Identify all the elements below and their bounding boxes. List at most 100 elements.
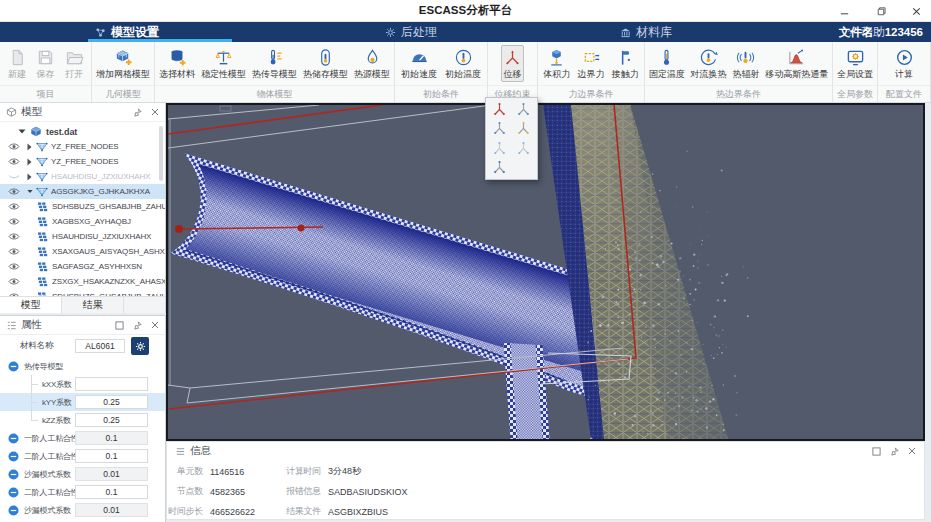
property-value-input[interactable]: 0.1 — [75, 449, 148, 463]
tree-item[interactable]: XSAXGAUS_AISYAQSH_ASHX — [0, 244, 165, 259]
eye-icon[interactable] — [8, 232, 20, 241]
toolbar-group-label: 热边界条件 — [645, 85, 833, 102]
property-value-input[interactable]: 0.01 — [75, 503, 148, 517]
pin-icon[interactable] — [133, 321, 142, 330]
toolbar-group-6: 固定温度对流换热热辐射移动高斯热通量 — [645, 42, 833, 85]
toolbar-button-new-file[interactable]: 新建 — [6, 45, 29, 82]
eye-icon[interactable] — [8, 187, 20, 196]
tree-item[interactable]: YZ_FREE_NODES — [0, 139, 165, 154]
eye-icon[interactable] — [8, 217, 20, 226]
pin-icon[interactable] — [133, 108, 142, 117]
caret-icon[interactable] — [27, 143, 33, 151]
toolbar-button-save[interactable]: 保存 — [34, 45, 57, 82]
toolbar-group-label: 几何模型 — [92, 85, 155, 102]
material-name-input[interactable]: AL6061 — [75, 339, 125, 353]
menu-tab-0[interactable]: 模型设置 — [88, 22, 232, 42]
toolbar-button-global-settings[interactable]: 全局设置 — [835, 45, 875, 82]
property-value-input[interactable]: 0.25 — [75, 413, 148, 427]
toolbar-button-contact-force[interactable]: 接触力 — [610, 45, 641, 82]
toolbar-button-material[interactable]: 选择材料 — [157, 45, 197, 82]
tripod-arrow-icon[interactable] — [492, 160, 507, 175]
tripod-light2-icon[interactable] — [516, 141, 531, 156]
minimize-button[interactable] — [837, 4, 851, 18]
boundary-force-icon — [582, 48, 601, 67]
close-panel-icon[interactable] — [151, 108, 159, 116]
tree-item[interactable]: HSAUHDISU_JZXIUXHAHX — [0, 169, 165, 184]
toolbar-button-add-mesh[interactable]: 增加网格模型 — [94, 45, 152, 82]
pin-icon[interactable] — [890, 447, 899, 456]
caret-icon[interactable] — [27, 158, 33, 166]
model-panel-icon — [6, 107, 17, 118]
toolbar-button-radiation[interactable]: 热辐射 — [730, 45, 761, 82]
tree-item[interactable]: AGSGKJKG_GJHKAJKHXA — [0, 184, 165, 199]
viewport-3d[interactable] — [166, 103, 925, 441]
tree-item[interactable]: ZSXGX_HSAKAZNZXK_AHASX — [0, 274, 165, 289]
tree-tab-0[interactable]: 模型 — [0, 297, 62, 313]
property-value-input[interactable]: 0.1 — [75, 485, 148, 499]
eye-icon[interactable] — [8, 202, 20, 211]
property-value-input[interactable]: 0.25 — [75, 395, 148, 409]
tree-item[interactable]: SDHSBUZS_GHSABJHB_ZAHU — [0, 199, 165, 214]
tree-tab-1[interactable]: 结果 — [62, 297, 124, 313]
eye-icon[interactable] — [8, 277, 20, 286]
toolbar-group-label: 物体模型 — [155, 85, 395, 102]
tree-item[interactable]: SAGFASGZ_ASYHHXSN — [0, 259, 165, 274]
tree-item[interactable]: HSAUHDISU_JZXIUXHAHX — [0, 229, 165, 244]
toolbar-button-displacement[interactable]: 位移 — [501, 45, 524, 82]
toolbar-group-7: 全局设置 — [833, 42, 878, 85]
body-force-icon — [547, 48, 566, 67]
property-value-input[interactable]: 0.1 — [75, 431, 148, 445]
toolbar-button-fixed-temp[interactable]: 固定温度 — [647, 45, 687, 82]
properties-panel-title: 属性 — [21, 318, 111, 332]
material-settings-button[interactable] — [131, 337, 149, 355]
toolbar-group-label: 全局参数 — [833, 85, 878, 102]
conduction-icon — [265, 48, 284, 67]
toolbar-button-stability[interactable]: 稳定性模型 — [199, 45, 248, 82]
toolbar-button-convection[interactable]: 对流换热 — [689, 45, 729, 82]
caret-icon[interactable] — [27, 173, 33, 181]
menu-tab-1[interactable]: 后处理 — [378, 22, 478, 42]
property-value-input[interactable] — [75, 377, 148, 391]
tree-item[interactable]: YZ_FREE_NODES — [0, 154, 165, 169]
caret-icon[interactable] — [27, 189, 33, 194]
toolbar-button-heat-source[interactable]: 热源模型 — [352, 45, 392, 82]
tree-item[interactable]: SDHSBUZS_GHSABJHB_ZAHU — [0, 289, 165, 296]
toolbar-button-compute[interactable]: 计算 — [893, 45, 916, 82]
compute-icon — [895, 48, 914, 67]
float-panel-icon[interactable] — [115, 321, 124, 330]
tripod-blue2-icon[interactable] — [492, 121, 507, 136]
tripod-mixed-icon[interactable] — [516, 121, 531, 136]
toolbar-button-conduction[interactable]: 热传导模型 — [250, 45, 299, 82]
menu-tab-2[interactable]: 材料库 — [613, 22, 713, 42]
property-row: kZZ系数0.25 — [0, 411, 165, 429]
toolbar-button-init-temp[interactable]: 初始温度 — [443, 45, 483, 82]
property-value-input[interactable]: 0.01 — [75, 467, 148, 481]
stability-icon — [214, 48, 233, 67]
eye-icon[interactable] — [8, 157, 20, 166]
eye-icon[interactable] — [8, 247, 20, 256]
eye-icon[interactable] — [8, 142, 20, 151]
toolbar-button-body-force[interactable]: 体积力 — [541, 45, 572, 82]
info-panel-title: 信息 — [190, 444, 868, 458]
toolbar-button-storage[interactable]: 热储存模型 — [301, 45, 350, 82]
toolbar-button-boundary-force[interactable]: 边界力 — [576, 45, 607, 82]
restore-button[interactable] — [873, 4, 887, 18]
toolbar-button-init-velocity[interactable]: 初始速度 — [399, 45, 439, 82]
tree-item[interactable]: XAGBSXG_AYHAQBJ — [0, 214, 165, 229]
tree-scrollbar[interactable] — [159, 124, 164, 294]
toolbar-button-gauss-flux[interactable]: 移动高斯热通量 — [763, 45, 830, 82]
toolbar-button-open[interactable]: 打开 — [63, 45, 86, 82]
tripod-light-icon[interactable] — [492, 141, 507, 156]
title-bar: ESCASS分析平台 — [0, 0, 931, 22]
close-panel-icon[interactable] — [908, 447, 916, 455]
eye-icon[interactable] — [8, 172, 20, 181]
eye-icon[interactable] — [8, 262, 20, 271]
close-panel-icon[interactable] — [151, 321, 159, 329]
tripod-red-icon[interactable] — [492, 102, 507, 117]
tripod-blue-icon[interactable] — [516, 102, 531, 117]
displacement-dropdown — [485, 97, 538, 180]
close-button[interactable] — [909, 4, 923, 18]
float-panel-icon[interactable] — [872, 447, 881, 456]
caret-down-icon[interactable] — [18, 129, 26, 134]
tree-item[interactable]: test.dat — [0, 124, 165, 139]
